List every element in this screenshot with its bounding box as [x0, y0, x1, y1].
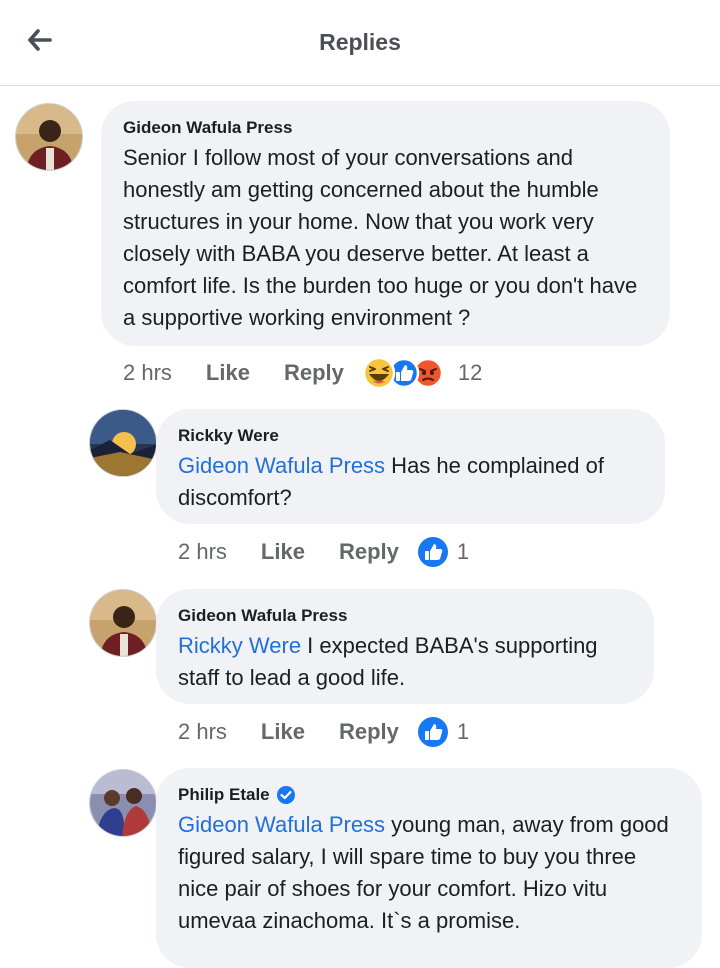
comment-actions: 2 hrs Like Reply 1	[178, 532, 469, 572]
comment-author[interactable]: Philip Etale	[178, 785, 680, 805]
comment-text: Senior I follow most of your conversatio…	[123, 142, 648, 334]
reaction-count: 1	[456, 719, 470, 744]
comment-actions: 2 hrs Like Reply 1	[178, 712, 469, 752]
haha-icon	[362, 356, 396, 390]
mention-link[interactable]: Rickky Were	[178, 633, 301, 658]
mention-link[interactable]: Gideon Wafula Press	[178, 453, 385, 478]
avatar[interactable]	[15, 103, 83, 171]
reply-button[interactable]: Reply	[339, 539, 399, 565]
reply-bubble: Rickky Were Gideon Wafula Press Has he c…	[156, 409, 665, 524]
timestamp[interactable]: 2 hrs	[178, 719, 227, 745]
comment-author[interactable]: Gideon Wafula Press	[178, 606, 632, 626]
verified-badge-icon	[276, 785, 296, 805]
comment-actions: 2 hrs Like Reply 12	[123, 353, 482, 393]
comment-text: Gideon Wafula Press Has he complained of…	[178, 450, 643, 514]
reaction-count: 1	[456, 539, 470, 564]
reactions-summary[interactable]: 1	[417, 716, 469, 748]
comment-bubble: Gideon Wafula Press Senior I follow most…	[101, 101, 670, 346]
like-icon	[417, 537, 448, 567]
comment-author[interactable]: Rickky Were	[178, 426, 643, 446]
comment-author[interactable]: Gideon Wafula Press	[123, 118, 648, 138]
reaction-count: 12	[457, 360, 483, 385]
reply-bubble: Gideon Wafula Press Rickky Were I expect…	[156, 589, 654, 704]
author-name[interactable]: Philip Etale	[178, 785, 270, 805]
comment-text: Rickky Were I expected BABA's supporting…	[178, 630, 632, 694]
like-button[interactable]: Like	[206, 360, 250, 386]
reply-button[interactable]: Reply	[284, 360, 344, 386]
reactions-summary[interactable]: 12	[362, 356, 482, 390]
timestamp[interactable]: 2 hrs	[123, 360, 172, 386]
avatar[interactable]	[89, 769, 157, 837]
reactions-summary[interactable]: 1	[417, 536, 469, 568]
mention-link[interactable]: Gideon Wafula Press	[178, 812, 385, 837]
comment-body: Senior I follow most of your conversatio…	[123, 145, 638, 330]
like-icon	[417, 717, 448, 747]
like-button[interactable]: Like	[261, 719, 305, 745]
comment-text: Gideon Wafula Press young man, away from…	[178, 809, 680, 937]
top-bar: Replies	[0, 0, 720, 86]
avatar[interactable]	[89, 589, 157, 657]
avatar[interactable]	[89, 409, 157, 477]
reply-button[interactable]: Reply	[339, 719, 399, 745]
reply-bubble: Philip Etale Gideon Wafula Press young m…	[156, 768, 702, 968]
timestamp[interactable]: 2 hrs	[178, 539, 227, 565]
page-title: Replies	[319, 29, 401, 55]
like-button[interactable]: Like	[261, 539, 305, 565]
